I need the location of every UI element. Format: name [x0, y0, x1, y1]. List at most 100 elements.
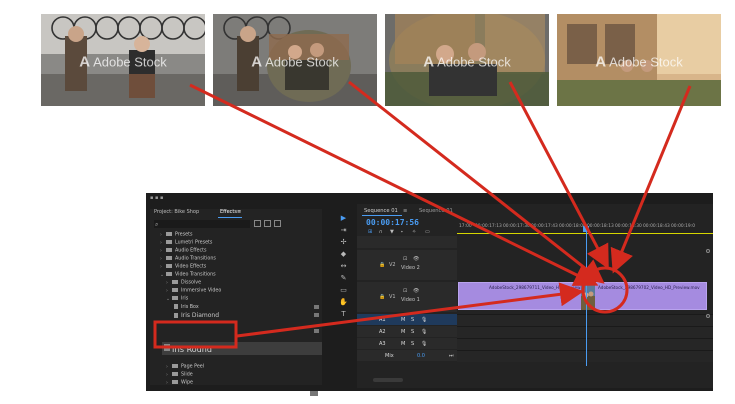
selection-tool-icon[interactable]: ▶	[339, 214, 348, 223]
audio-track-a3[interactable]	[457, 338, 713, 350]
track-id-v1[interactable]: V1	[389, 294, 396, 300]
master-volume[interactable]: 0.0	[417, 353, 425, 359]
mute-icon[interactable]: M	[401, 341, 405, 347]
solo-icon[interactable]: S	[411, 329, 414, 335]
new-bin-icon[interactable]	[310, 391, 318, 396]
ruler-tick: 00:00:17:43	[531, 224, 558, 229]
solo-icon[interactable]: S	[411, 341, 414, 347]
track-zoom-scrollbar[interactable]	[373, 378, 403, 382]
playhead-timecode[interactable]: 00:00:17:56	[366, 218, 419, 227]
tree-item-page-peel[interactable]: › Page Peel	[166, 364, 204, 371]
tree-item-video-effects[interactable]: › Video Effects	[160, 264, 206, 271]
mute-icon[interactable]: M	[401, 329, 405, 335]
ripple-edit-tool-icon[interactable]: ✢	[339, 238, 348, 247]
wrench-icon[interactable]: ✧	[412, 229, 416, 235]
panel-menu-icon[interactable]: ≡	[237, 209, 241, 215]
active-tab-underline	[362, 215, 402, 216]
marker-icon[interactable]: ⬩	[401, 229, 403, 235]
toggle-sync-icon[interactable]: ⊡	[403, 256, 407, 262]
clip-b[interactable]: AdobeStock_298679702_Video_HD_Preview.mo…	[593, 282, 707, 310]
tree-item-iris-diamond[interactable]: Iris Diamond	[174, 312, 219, 319]
tree-item-audio-transitions[interactable]: › Audio Transitions	[160, 256, 216, 263]
track-id-a2[interactable]: A2	[379, 329, 386, 335]
tree-item-immersive-video[interactable]: › Immersive Video	[166, 288, 221, 295]
effects-panel: Project: Bike Shop Effects ≡ ⌕ › Presets …	[150, 209, 322, 396]
ruler-tick: 00:00:18:13	[587, 224, 614, 229]
thumbnail-3-watermark: Adobe Stock	[437, 54, 511, 70]
ruler-tick: 00:00:18:43	[643, 224, 670, 229]
tree-item-iris-box[interactable]: Iris Box	[174, 304, 199, 311]
slip-tool-icon[interactable]: ↔	[339, 262, 348, 271]
track-name-v2: Video 2	[401, 265, 420, 271]
track-header-master: Mix 0.0 ⏭	[357, 350, 457, 361]
yuv-filter-icon[interactable]	[274, 220, 281, 227]
linked-selection-icon[interactable]: ∩	[379, 229, 383, 235]
audio-track-master[interactable]	[457, 350, 713, 362]
tree-item-iris[interactable]: ⌄ Iris	[166, 296, 188, 303]
work-area-bar[interactable]	[457, 233, 713, 234]
ruler-tick: 00:00:17:13	[475, 224, 502, 229]
ruler-tick: 17:00	[459, 224, 472, 229]
pen-tool-icon[interactable]: ✎	[339, 274, 348, 283]
thumbnail-4: A Adobe Stock	[557, 14, 721, 106]
sequence-menu-icon[interactable]: ≡	[403, 208, 407, 214]
goto-end-icon[interactable]: ⏭	[449, 353, 454, 359]
mute-icon[interactable]: M	[401, 317, 405, 323]
mic-icon[interactable]: 🎙	[421, 341, 427, 347]
audio-track-a2[interactable]	[457, 326, 713, 338]
transition-iris-round[interactable]	[581, 282, 595, 310]
toggle-sync-icon[interactable]: ⊡	[403, 288, 407, 294]
tab-sequence-other[interactable]: Sequence 01	[419, 208, 453, 214]
tree-item-dissolve[interactable]: › Dissolve	[166, 280, 201, 287]
razor-tool-icon[interactable]: ◆	[339, 250, 348, 259]
track-name-v1: Video 1	[401, 297, 420, 303]
playhead-handle[interactable]	[583, 226, 589, 232]
track-id-v2[interactable]: V2	[389, 262, 396, 268]
type-tool-icon[interactable]: T	[339, 310, 348, 319]
editor-window: ▪ ▪ ▪ Project: Bike Shop Effects ≡ ⌕ › Pr…	[146, 193, 713, 396]
tree-item-presets[interactable]: › Presets	[160, 232, 192, 239]
lock-icon[interactable]: 🔒	[379, 262, 385, 268]
tree-item-iris-round[interactable]: Iris Round	[162, 342, 322, 355]
lock-icon[interactable]: 🔒	[379, 294, 385, 300]
mic-icon[interactable]: 🎙	[421, 317, 427, 323]
32bit-filter-icon[interactable]	[264, 220, 271, 227]
eye-icon[interactable]: 👁	[413, 288, 419, 294]
tree-item-lumetri-presets[interactable]: › Lumetri Presets	[160, 240, 212, 247]
snap-icon[interactable]: ⊞	[368, 229, 372, 235]
hand-tool-icon[interactable]: ✋	[339, 298, 348, 307]
thumbnail-4-watermark: Adobe Stock	[609, 54, 683, 70]
tab-project[interactable]: Project: Bike Shop	[154, 209, 199, 215]
vertical-scroll-handle[interactable]	[706, 249, 710, 253]
search-icon: ⌕	[155, 221, 159, 228]
tab-effects[interactable]: Effects	[220, 209, 237, 215]
thumbnail-2: A Adobe Stock	[213, 14, 377, 106]
vertical-scroll-handle[interactable]	[706, 314, 710, 318]
eye-icon[interactable]: 👁	[413, 256, 419, 262]
search-input[interactable]: ⌕	[154, 220, 250, 228]
audio-track-a1[interactable]	[457, 314, 713, 326]
ruler-tick: 00:00:18:00	[559, 224, 586, 229]
track-id-a3[interactable]: A3	[379, 341, 386, 347]
rectangle-tool-icon[interactable]: ▭	[339, 286, 348, 295]
transition-icon	[164, 344, 170, 351]
tree-item-video-transitions[interactable]: ⌄ Video Transitions	[160, 272, 216, 279]
track-header-v3	[357, 236, 457, 248]
tree-item-wipe[interactable]: › Wipe	[166, 380, 193, 387]
clip-a[interactable]: AdobeStock_298679711_Video_HD_Preview.mo…	[458, 282, 591, 310]
thumbnail-2-watermark: Adobe Stock	[265, 54, 339, 70]
accelerated-filter-icon[interactable]	[254, 220, 261, 227]
item-badge-icon	[314, 305, 319, 309]
mic-icon[interactable]: 🎙	[421, 329, 427, 335]
add-marker-icon[interactable]: ▼	[390, 229, 394, 235]
track-header-a2: A2 M S 🎙	[357, 326, 457, 337]
playhead[interactable]	[586, 226, 587, 366]
track-id-a1[interactable]: A1	[379, 317, 386, 323]
captions-icon[interactable]: ▭	[425, 229, 430, 235]
tab-sequence-01[interactable]: Sequence 01	[364, 208, 398, 214]
ruler-tick: 00:00:18:30	[615, 224, 642, 229]
solo-icon[interactable]: S	[411, 317, 414, 323]
tree-item-slide[interactable]: › Slide	[166, 372, 193, 379]
track-select-tool-icon[interactable]: ⇥	[339, 226, 348, 235]
tree-item-audio-effects[interactable]: › Audio Effects	[160, 248, 206, 255]
